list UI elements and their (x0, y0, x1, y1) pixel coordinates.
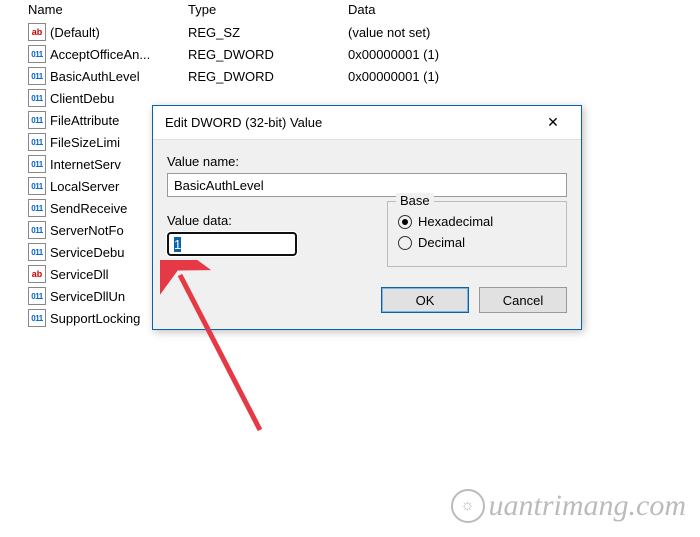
row-data: 0x00000001 (1) (348, 47, 700, 62)
col-header-name[interactable]: Name (28, 2, 188, 17)
row-name: AcceptOfficeAn... (50, 47, 188, 62)
dialog-buttons: OK Cancel (167, 287, 567, 313)
radio-label: Hexadecimal (418, 214, 493, 229)
list-header: Name Type Data (28, 2, 700, 17)
binary-value-icon: 011 (28, 287, 46, 305)
base-fieldset: Base Hexadecimal Decimal (387, 201, 567, 267)
row-type: REG_DWORD (188, 47, 348, 62)
close-icon[interactable]: ✕ (533, 109, 573, 137)
table-row[interactable]: 011 AcceptOfficeAn...REG_DWORD0x00000001 … (28, 43, 700, 65)
binary-value-icon: 011 (28, 89, 46, 107)
radio-label: Decimal (418, 235, 465, 250)
row-name: BasicAuthLevel (50, 69, 188, 84)
binary-value-icon: 011 (28, 67, 46, 85)
binary-value-icon: 011 (28, 45, 46, 63)
radio-decimal[interactable]: Decimal (398, 235, 556, 250)
bulb-icon: ☼ (451, 489, 485, 523)
row-name: (Default) (50, 25, 188, 40)
row-type: REG_DWORD (188, 69, 348, 84)
dialog-titlebar[interactable]: Edit DWORD (32-bit) Value ✕ (153, 106, 581, 140)
value-data-input[interactable] (167, 232, 297, 256)
col-header-type[interactable]: Type (188, 2, 348, 17)
binary-value-icon: 011 (28, 133, 46, 151)
radio-icon (398, 215, 412, 229)
value-name-input[interactable] (167, 173, 567, 197)
row-data: (value not set) (348, 25, 700, 40)
col-header-data[interactable]: Data (348, 2, 700, 17)
radio-icon (398, 236, 412, 250)
ok-button[interactable]: OK (381, 287, 469, 313)
watermark-text: uantrimang.com (489, 489, 687, 523)
cancel-button[interactable]: Cancel (479, 287, 567, 313)
row-type: REG_SZ (188, 25, 348, 40)
value-data-label: Value data: (167, 213, 357, 228)
binary-value-icon: 011 (28, 111, 46, 129)
string-value-icon: ab (28, 265, 46, 283)
table-row[interactable]: ab (Default)REG_SZ(value not set) (28, 21, 700, 43)
binary-value-icon: 011 (28, 199, 46, 217)
dialog-body: Value name: Value data: Base Hexadecimal… (153, 140, 581, 329)
binary-value-icon: 011 (28, 177, 46, 195)
value-name-label: Value name: (167, 154, 567, 169)
binary-value-icon: 011 (28, 155, 46, 173)
binary-value-icon: 011 (28, 243, 46, 261)
watermark: ☼ uantrimang.com (451, 489, 687, 523)
edit-dword-dialog: Edit DWORD (32-bit) Value ✕ Value name: … (152, 105, 582, 330)
string-value-icon: ab (28, 23, 46, 41)
binary-value-icon: 011 (28, 221, 46, 239)
base-label: Base (396, 193, 434, 208)
table-row[interactable]: 011 BasicAuthLevelREG_DWORD0x00000001 (1) (28, 65, 700, 87)
dialog-title: Edit DWORD (32-bit) Value (165, 115, 322, 130)
row-data: 0x00000001 (1) (348, 69, 700, 84)
radio-hexadecimal[interactable]: Hexadecimal (398, 214, 556, 229)
binary-value-icon: 011 (28, 309, 46, 327)
row-name: ClientDebu (50, 91, 188, 106)
